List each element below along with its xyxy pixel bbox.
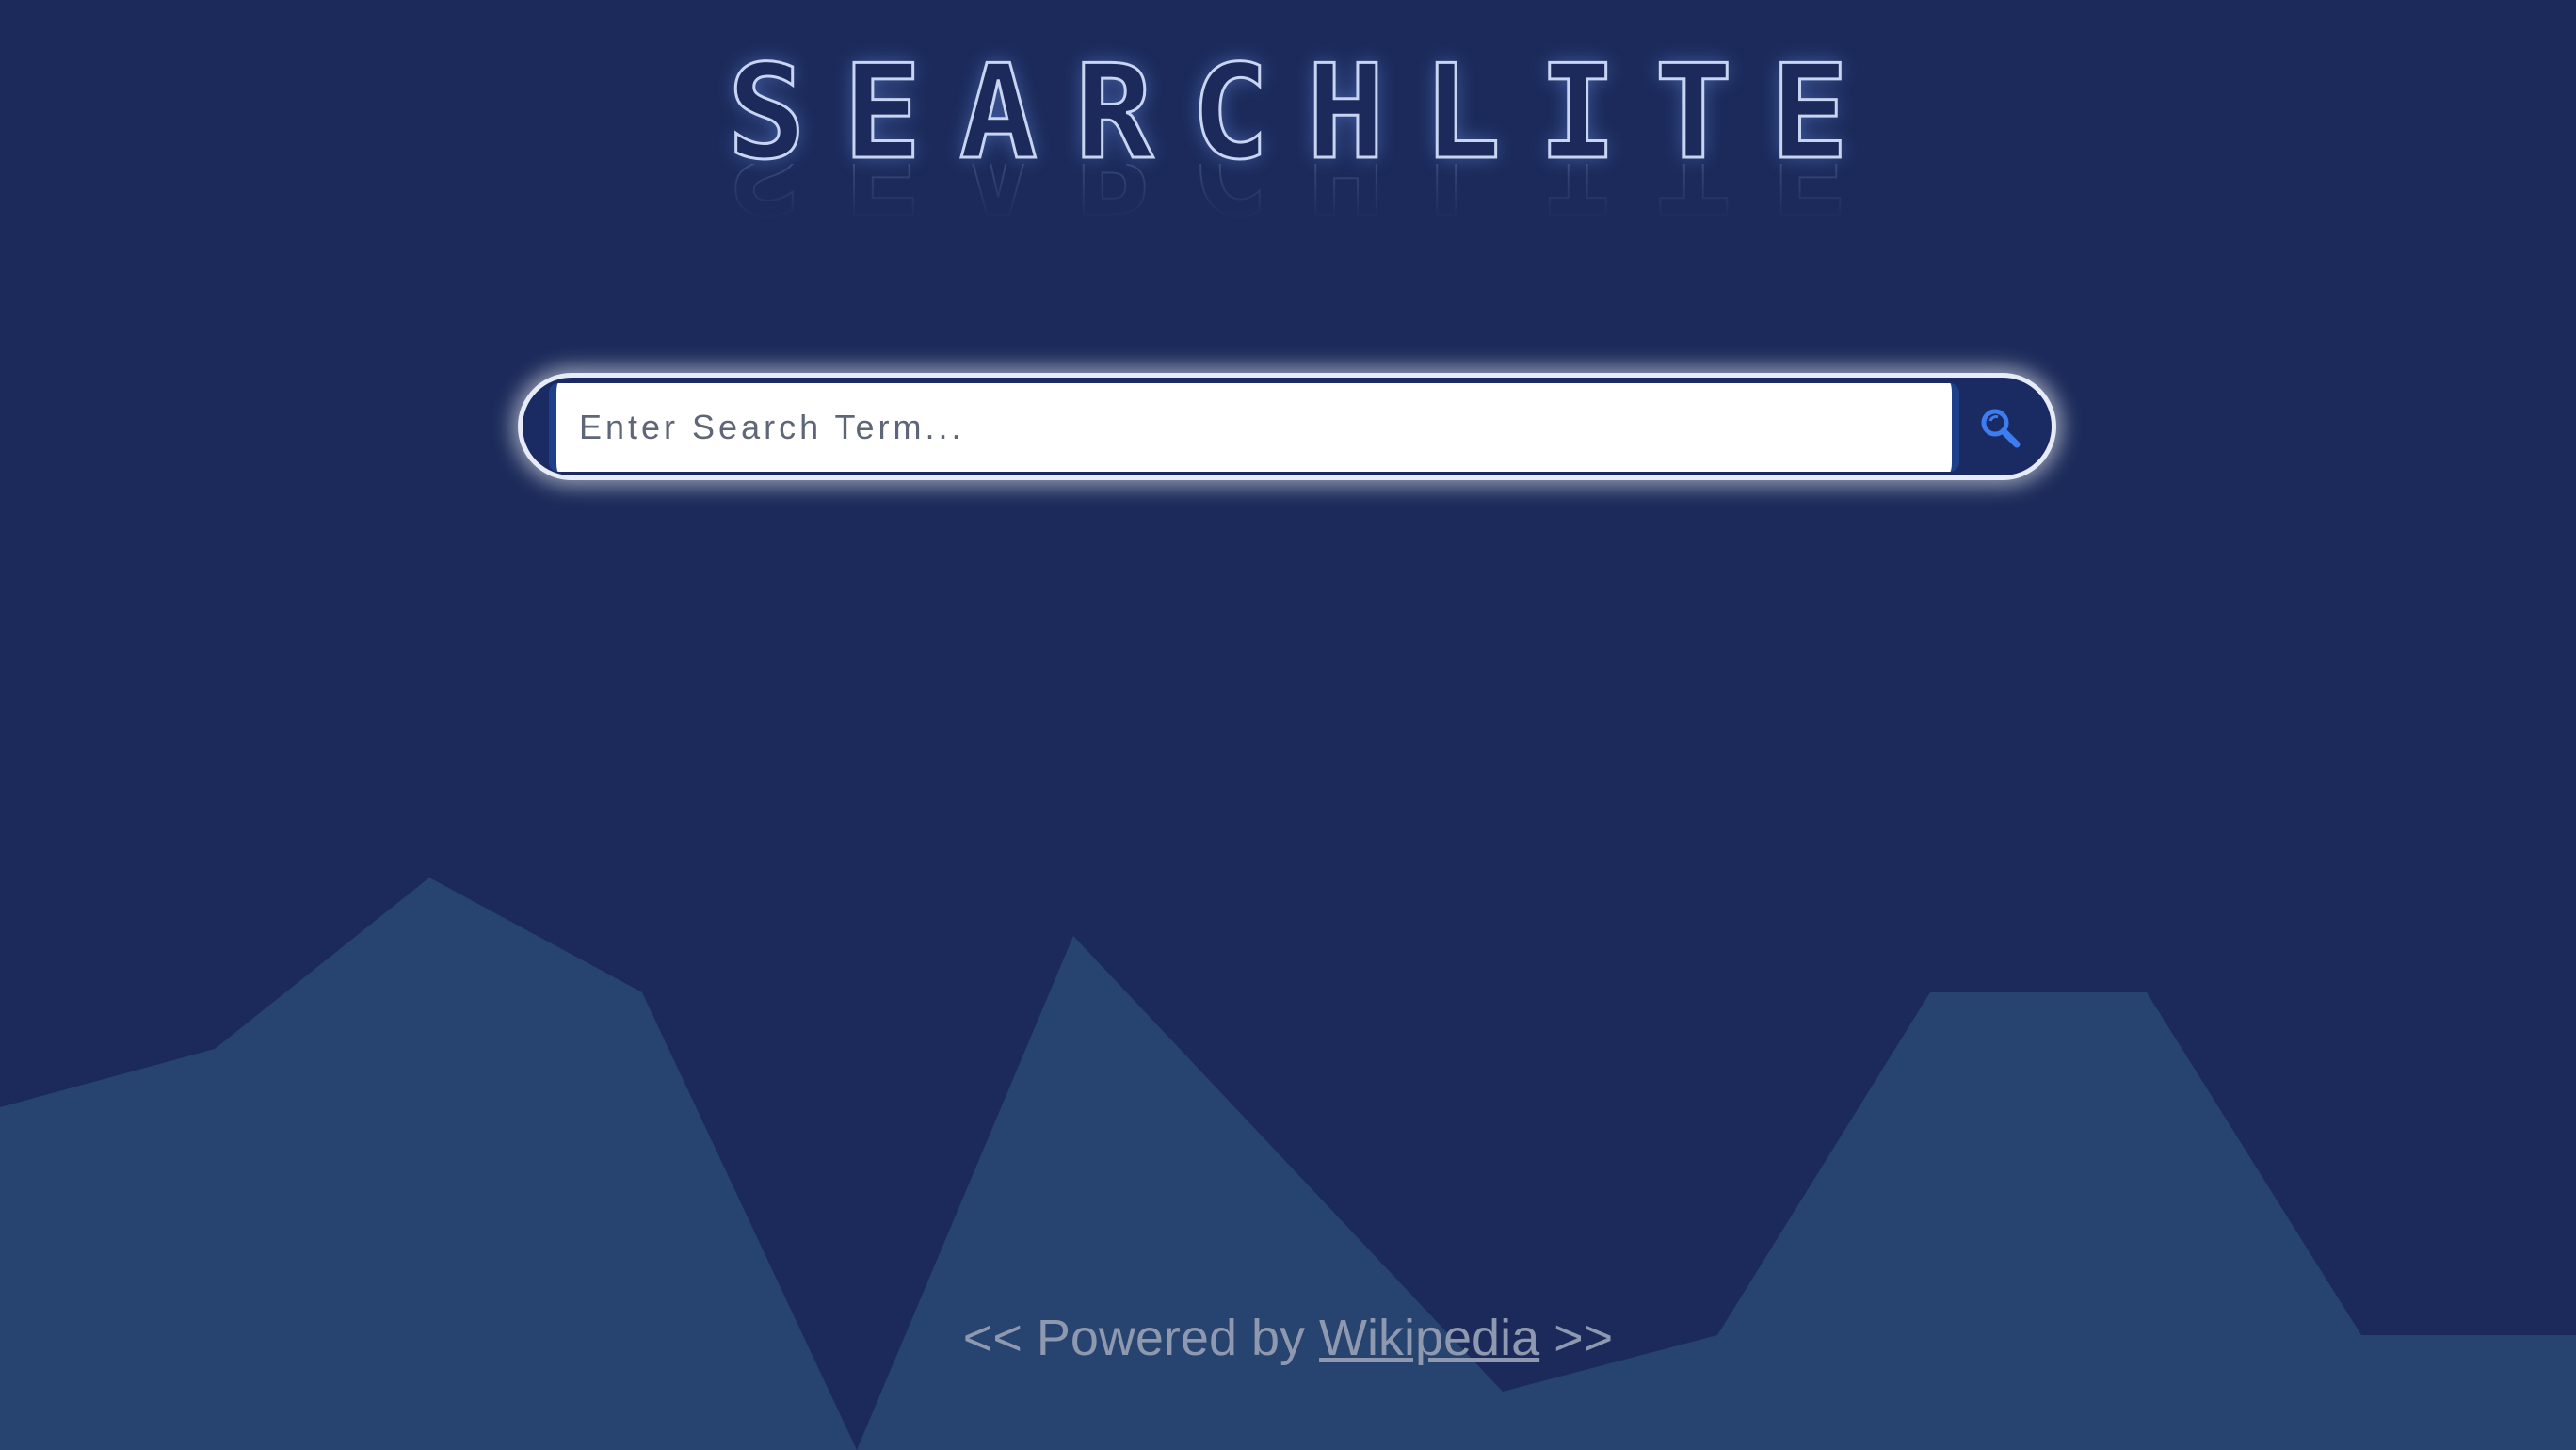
app-logo: SEARCHLITE	[726, 37, 1887, 188]
wikipedia-link[interactable]: Wikipedia	[1319, 1310, 1539, 1366]
search-button[interactable]	[1971, 398, 2029, 457]
app-logo-reflection: SEARCHLITE	[0, 164, 2576, 220]
page: SEARCHLITE SEARCHLITE << Powered by Wiki…	[0, 0, 2576, 1450]
footer-prefix: << Powered by	[962, 1310, 1320, 1366]
search-bar	[518, 373, 2056, 480]
footer: << Powered by Wikipedia >>	[0, 1309, 2576, 1367]
logo-container: SEARCHLITE SEARCHLITE	[0, 37, 2576, 264]
search-icon	[1981, 409, 2021, 448]
footer-suffix: >>	[1539, 1310, 1614, 1366]
search-input[interactable]	[549, 383, 1959, 472]
